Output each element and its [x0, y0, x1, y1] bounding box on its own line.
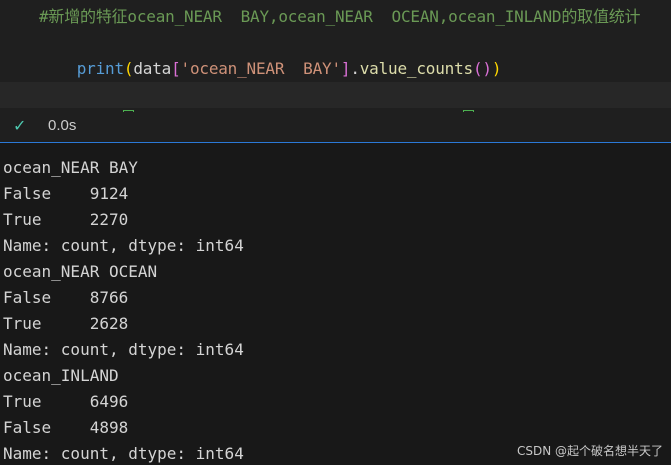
output-line: Name: count, dtype: int64	[3, 236, 244, 255]
output-line: ocean_INLAND	[3, 366, 119, 385]
code-line-2: print(data['ocean_NEAR OCEAN'].value_cou…	[39, 56, 521, 104]
execution-duration: 0.0s	[48, 117, 77, 134]
code-cell[interactable]: #新增的特征ocean_NEAR BAY,ocean_NEAR OCEAN,oc…	[0, 0, 671, 131]
cell-status-row: ✓ 0.0s	[0, 112, 671, 142]
check-icon: ✓	[13, 116, 27, 135]
code-line-3[interactable]: print(data['ocean_INLAND'].value_counts(…	[0, 82, 671, 131]
output-line: ocean_NEAR OCEAN	[3, 262, 158, 281]
output-line: True 6496	[3, 392, 129, 411]
cell-output[interactable]: ocean_NEAR BAY False 9124 True 2270 Name…	[0, 143, 671, 465]
output-line: False 9124	[3, 184, 129, 203]
code-comment: #新增的特征ocean_NEAR BAY,ocean_NEAR OCEAN,oc…	[39, 7, 641, 26]
output-line: True 2628	[3, 314, 129, 333]
code-line-1: print(data['ocean_NEAR BAY'].value_count…	[76, 59, 502, 78]
output-line: Name: count, dtype: int64	[3, 444, 244, 463]
output-line: Name: count, dtype: int64	[3, 340, 244, 359]
output-line: False 8766	[3, 288, 129, 307]
output-line: ocean_NEAR BAY	[3, 158, 138, 177]
output-line: False 4898	[3, 418, 129, 437]
watermark: CSDN @起个破名想半天了	[516, 444, 663, 458]
output-line: True 2270	[3, 210, 129, 229]
